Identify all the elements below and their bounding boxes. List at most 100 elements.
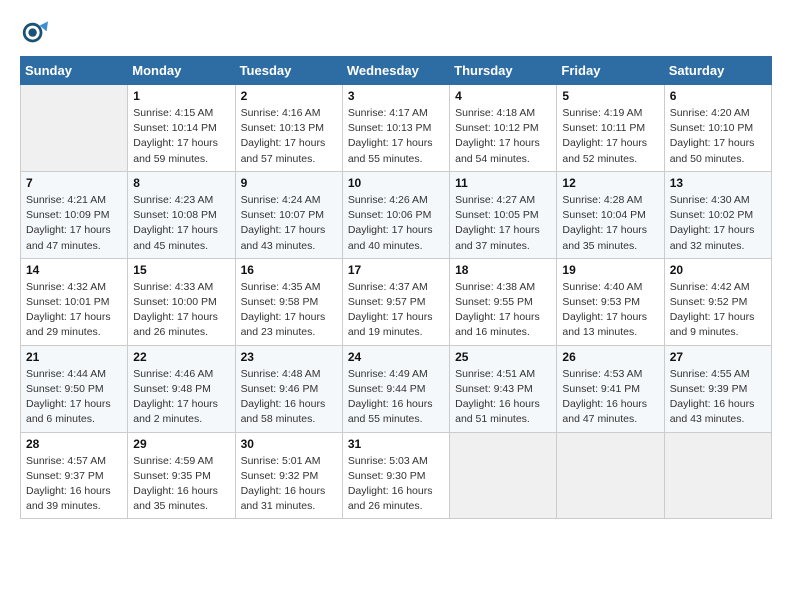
day-info: Sunrise: 4:26 AM Sunset: 10:06 PM Daylig… bbox=[348, 193, 444, 254]
day-number: 26 bbox=[562, 350, 658, 364]
calendar-cell: 8 Sunrise: 4:23 AM Sunset: 10:08 PM Dayli… bbox=[128, 171, 235, 258]
day-number: 4 bbox=[455, 89, 551, 103]
calendar-cell: 7 Sunrise: 4:21 AM Sunset: 10:09 PM Dayli… bbox=[21, 171, 128, 258]
day-number: 28 bbox=[26, 437, 122, 451]
day-number: 10 bbox=[348, 176, 444, 190]
day-number: 15 bbox=[133, 263, 229, 277]
calendar-cell: 20Sunrise: 4:42 AM Sunset: 9:52 PM Dayli… bbox=[664, 258, 771, 345]
calendar-week-row: 14Sunrise: 4:32 AM Sunset: 10:01 PM Dayl… bbox=[21, 258, 772, 345]
calendar-cell bbox=[557, 432, 664, 519]
day-info: Sunrise: 4:51 AM Sunset: 9:43 PM Dayligh… bbox=[455, 367, 551, 428]
day-info: Sunrise: 4:24 AM Sunset: 10:07 PM Daylig… bbox=[241, 193, 337, 254]
calendar-cell bbox=[21, 85, 128, 172]
day-number: 12 bbox=[562, 176, 658, 190]
day-info: Sunrise: 4:30 AM Sunset: 10:02 PM Daylig… bbox=[670, 193, 766, 254]
day-number: 17 bbox=[348, 263, 444, 277]
weekday-header-monday: Monday bbox=[128, 57, 235, 85]
calendar-cell: 3 Sunrise: 4:17 AM Sunset: 10:13 PM Dayli… bbox=[342, 85, 449, 172]
day-number: 31 bbox=[348, 437, 444, 451]
calendar-cell: 12 Sunrise: 4:28 AM Sunset: 10:04 PM Dayl… bbox=[557, 171, 664, 258]
logo bbox=[20, 20, 52, 48]
day-info: Sunrise: 4:46 AM Sunset: 9:48 PM Dayligh… bbox=[133, 367, 229, 428]
day-number: 22 bbox=[133, 350, 229, 364]
day-info: Sunrise: 4:40 AM Sunset: 9:53 PM Dayligh… bbox=[562, 280, 658, 341]
calendar-cell: 17 Sunrise: 4:37 AM Sunset: 9:57 PM Dayli… bbox=[342, 258, 449, 345]
calendar-cell: 19 Sunrise: 4:40 AM Sunset: 9:53 PM Dayli… bbox=[557, 258, 664, 345]
calendar-cell: 26 Sunrise: 4:53 AM Sunset: 9:41 PM Dayli… bbox=[557, 345, 664, 432]
calendar-week-row: 1 Sunrise: 4:15 AM Sunset: 10:14 PM Dayli… bbox=[21, 85, 772, 172]
day-number: 8 bbox=[133, 176, 229, 190]
calendar-cell: 29Sunrise: 4:59 AM Sunset: 9:35 PM Dayli… bbox=[128, 432, 235, 519]
day-info: Sunrise: 4:38 AM Sunset: 9:55 PM Dayligh… bbox=[455, 280, 551, 341]
day-info: Sunrise: 4:17 AM Sunset: 10:13 PM Daylig… bbox=[348, 106, 444, 167]
weekday-header-sunday: Sunday bbox=[21, 57, 128, 85]
day-number: 30 bbox=[241, 437, 337, 451]
day-number: 18 bbox=[455, 263, 551, 277]
calendar-cell bbox=[664, 432, 771, 519]
day-number: 3 bbox=[348, 89, 444, 103]
day-info: Sunrise: 4:21 AM Sunset: 10:09 PM Daylig… bbox=[26, 193, 122, 254]
day-info: Sunrise: 4:44 AM Sunset: 9:50 PM Dayligh… bbox=[26, 367, 122, 428]
calendar-cell: 21 Sunrise: 4:44 AM Sunset: 9:50 PM Dayli… bbox=[21, 345, 128, 432]
calendar-week-row: 7 Sunrise: 4:21 AM Sunset: 10:09 PM Dayli… bbox=[21, 171, 772, 258]
day-info: Sunrise: 5:03 AM Sunset: 9:30 PM Dayligh… bbox=[348, 454, 444, 515]
day-info: Sunrise: 4:49 AM Sunset: 9:44 PM Dayligh… bbox=[348, 367, 444, 428]
calendar-cell: 25 Sunrise: 4:51 AM Sunset: 9:43 PM Dayli… bbox=[450, 345, 557, 432]
calendar-cell: 6Sunrise: 4:20 AM Sunset: 10:10 PM Dayli… bbox=[664, 85, 771, 172]
weekday-header-tuesday: Tuesday bbox=[235, 57, 342, 85]
day-info: Sunrise: 4:33 AM Sunset: 10:00 PM Daylig… bbox=[133, 280, 229, 341]
day-info: Sunrise: 5:01 AM Sunset: 9:32 PM Dayligh… bbox=[241, 454, 337, 515]
calendar-cell: 1 Sunrise: 4:15 AM Sunset: 10:14 PM Dayli… bbox=[128, 85, 235, 172]
day-info: Sunrise: 4:28 AM Sunset: 10:04 PM Daylig… bbox=[562, 193, 658, 254]
calendar-cell: 5 Sunrise: 4:19 AM Sunset: 10:11 PM Dayli… bbox=[557, 85, 664, 172]
calendar-cell bbox=[450, 432, 557, 519]
day-number: 23 bbox=[241, 350, 337, 364]
day-info: Sunrise: 4:35 AM Sunset: 9:58 PM Dayligh… bbox=[241, 280, 337, 341]
weekday-header-wednesday: Wednesday bbox=[342, 57, 449, 85]
day-info: Sunrise: 4:53 AM Sunset: 9:41 PM Dayligh… bbox=[562, 367, 658, 428]
day-number: 11 bbox=[455, 176, 551, 190]
day-number: 5 bbox=[562, 89, 658, 103]
calendar-week-row: 28Sunrise: 4:57 AM Sunset: 9:37 PM Dayli… bbox=[21, 432, 772, 519]
weekday-header-friday: Friday bbox=[557, 57, 664, 85]
day-number: 1 bbox=[133, 89, 229, 103]
day-number: 14 bbox=[26, 263, 122, 277]
calendar-cell: 10 Sunrise: 4:26 AM Sunset: 10:06 PM Dayl… bbox=[342, 171, 449, 258]
day-info: Sunrise: 4:23 AM Sunset: 10:08 PM Daylig… bbox=[133, 193, 229, 254]
day-number: 16 bbox=[241, 263, 337, 277]
calendar-cell: 18 Sunrise: 4:38 AM Sunset: 9:55 PM Dayli… bbox=[450, 258, 557, 345]
day-number: 9 bbox=[241, 176, 337, 190]
calendar-table: SundayMondayTuesdayWednesdayThursdayFrid… bbox=[20, 56, 772, 519]
calendar-cell: 24Sunrise: 4:49 AM Sunset: 9:44 PM Dayli… bbox=[342, 345, 449, 432]
weekday-header-thursday: Thursday bbox=[450, 57, 557, 85]
day-number: 29 bbox=[133, 437, 229, 451]
calendar-cell: 27Sunrise: 4:55 AM Sunset: 9:39 PM Dayli… bbox=[664, 345, 771, 432]
weekday-header-row: SundayMondayTuesdayWednesdayThursdayFrid… bbox=[21, 57, 772, 85]
calendar-cell: 28Sunrise: 4:57 AM Sunset: 9:37 PM Dayli… bbox=[21, 432, 128, 519]
day-number: 7 bbox=[26, 176, 122, 190]
calendar-cell: 11 Sunrise: 4:27 AM Sunset: 10:05 PM Dayl… bbox=[450, 171, 557, 258]
calendar-cell: 22 Sunrise: 4:46 AM Sunset: 9:48 PM Dayli… bbox=[128, 345, 235, 432]
day-info: Sunrise: 4:19 AM Sunset: 10:11 PM Daylig… bbox=[562, 106, 658, 167]
day-number: 27 bbox=[670, 350, 766, 364]
day-info: Sunrise: 4:15 AM Sunset: 10:14 PM Daylig… bbox=[133, 106, 229, 167]
day-info: Sunrise: 4:27 AM Sunset: 10:05 PM Daylig… bbox=[455, 193, 551, 254]
calendar-cell: 9 Sunrise: 4:24 AM Sunset: 10:07 PM Dayli… bbox=[235, 171, 342, 258]
calendar-cell: 16 Sunrise: 4:35 AM Sunset: 9:58 PM Dayli… bbox=[235, 258, 342, 345]
calendar-cell: 23 Sunrise: 4:48 AM Sunset: 9:46 PM Dayli… bbox=[235, 345, 342, 432]
day-number: 25 bbox=[455, 350, 551, 364]
logo-icon bbox=[20, 20, 48, 48]
day-info: Sunrise: 4:48 AM Sunset: 9:46 PM Dayligh… bbox=[241, 367, 337, 428]
calendar-cell: 2Sunrise: 4:16 AM Sunset: 10:13 PM Dayli… bbox=[235, 85, 342, 172]
day-number: 19 bbox=[562, 263, 658, 277]
calendar-week-row: 21 Sunrise: 4:44 AM Sunset: 9:50 PM Dayli… bbox=[21, 345, 772, 432]
calendar-cell: 30 Sunrise: 5:01 AM Sunset: 9:32 PM Dayli… bbox=[235, 432, 342, 519]
day-number: 13 bbox=[670, 176, 766, 190]
day-info: Sunrise: 4:37 AM Sunset: 9:57 PM Dayligh… bbox=[348, 280, 444, 341]
calendar-cell: 13 Sunrise: 4:30 AM Sunset: 10:02 PM Dayl… bbox=[664, 171, 771, 258]
day-number: 21 bbox=[26, 350, 122, 364]
weekday-header-saturday: Saturday bbox=[664, 57, 771, 85]
calendar-cell: 15 Sunrise: 4:33 AM Sunset: 10:00 PM Dayl… bbox=[128, 258, 235, 345]
calendar-cell: 4Sunrise: 4:18 AM Sunset: 10:12 PM Dayli… bbox=[450, 85, 557, 172]
day-info: Sunrise: 4:16 AM Sunset: 10:13 PM Daylig… bbox=[241, 106, 337, 167]
